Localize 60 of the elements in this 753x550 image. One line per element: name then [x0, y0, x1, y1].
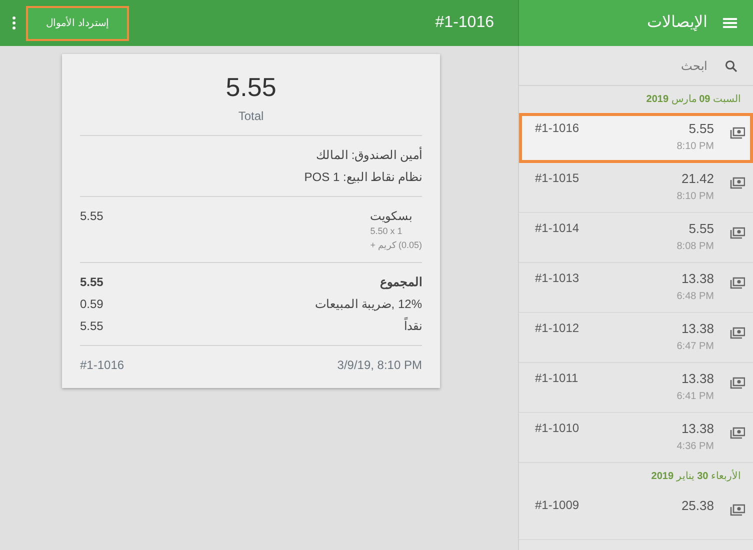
cash-icon — [730, 377, 745, 390]
search-field[interactable]: ابحث — [559, 56, 709, 76]
summary-value: 5.55 — [80, 318, 104, 335]
receipt-row[interactable]: #1-1010 13.38 4:36 PM — [519, 413, 753, 463]
summary-value: 0.59 — [80, 296, 104, 313]
summary-label: 12% ,ضريبة المبيعات — [314, 296, 422, 313]
receipt-time: 8:10 PM — [676, 140, 714, 154]
receipt-amount: 13.38 — [680, 420, 714, 438]
summary-label: المجموع — [380, 274, 422, 291]
receipt-title: #1-1016 — [435, 13, 494, 33]
receipt-amount: 21.42 — [680, 170, 714, 188]
cash-icon — [730, 504, 745, 517]
receipt-info: نظام نقاط البيع: POS 1 — [304, 170, 422, 184]
receipt-amount: 5.55 — [688, 120, 714, 138]
summary-label: نقداً — [404, 317, 422, 335]
receipt-row[interactable]: #1-1012 13.38 6:47 PM — [519, 313, 753, 363]
receipt-number: #1-1015 — [535, 170, 580, 187]
receipt-number: #1-1016 — [535, 120, 580, 137]
total-label: Total — [237, 108, 265, 125]
receipt-row[interactable]: #1-1016 5.55 8:10 PM — [519, 113, 753, 163]
receipt-amount: 13.38 — [680, 370, 714, 388]
receipt-date: 3/9/19, 8:10 PM — [337, 357, 422, 374]
receipt-number: #1-1009 — [535, 497, 580, 514]
cash-icon — [730, 277, 745, 290]
search-icon[interactable] — [725, 60, 737, 72]
receipt-number: #1-1014 — [535, 220, 580, 237]
receipt-amount: 13.38 — [680, 320, 714, 338]
cash-icon — [730, 177, 745, 190]
receipt-number: #1-1010 — [535, 420, 580, 437]
cash-icon — [730, 127, 745, 140]
item-price: 5.55 — [80, 208, 104, 225]
receipt-number: #1-1011 — [535, 370, 578, 387]
receipt-time: 6:47 PM — [676, 340, 714, 354]
receipt-row[interactable]: #1-1013 13.38 6:48 PM — [519, 263, 753, 313]
receipt-time: 4:36 PM — [676, 440, 714, 454]
cash-icon — [730, 227, 745, 240]
receipt-time: 8:08 PM — [676, 240, 714, 254]
receipt-amount: 5.55 — [688, 220, 714, 238]
item-detail: (0.05) كريم + — [370, 238, 422, 252]
summary-value: 5.55 — [80, 274, 104, 291]
receipt-info: أمين الصندوق: المالك — [316, 148, 422, 162]
total-amount: 5.55 — [224, 71, 278, 104]
menu-icon[interactable] — [723, 17, 737, 29]
cash-icon — [730, 427, 745, 440]
receipt-amount: 13.38 — [680, 270, 714, 288]
receipt-time: 6:48 PM — [676, 290, 714, 304]
cash-icon — [730, 327, 745, 340]
receipt-time: 6:41 PM — [676, 390, 714, 404]
receipt-row[interactable]: #1-1015 21.42 8:10 PM — [519, 163, 753, 213]
receipt-row[interactable]: #1-1011 13.38 6:41 PM — [519, 363, 753, 413]
receipt-time: 8:10 PM — [676, 190, 714, 204]
receipt-number: #1-1013 — [535, 270, 580, 287]
receipt-row[interactable]: #1-1009 25.38 — [519, 490, 753, 540]
receipt-amount: 25.38 — [681, 497, 714, 515]
receipt-number: #1-1012 — [535, 320, 580, 337]
item-detail: 5.50 x 1 — [370, 225, 402, 238]
sidebar-title: الإيصالات — [647, 13, 707, 33]
receipt-row[interactable]: #1-1014 5.55 8:08 PM — [519, 213, 753, 263]
receipt-number: #1-1016 — [80, 357, 124, 374]
item-name: بسكويت — [370, 208, 412, 225]
